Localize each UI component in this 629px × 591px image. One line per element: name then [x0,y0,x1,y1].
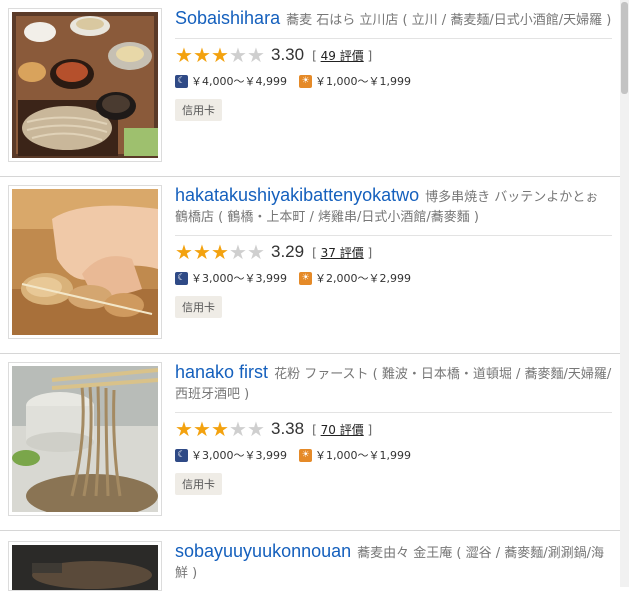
review-count-link[interactable]: 37 評價 [321,246,364,260]
star-empty-icon: ★ [229,43,247,67]
lunch-price: ￥1,000～￥1,999 [314,449,411,462]
star-filled-icon: ★ [193,240,211,264]
restaurant-name-link[interactable]: hakatakushiyakibattenyokatwo [175,185,419,205]
sun-icon: ☀ [298,74,312,88]
rating-row: ★ ★ ★ ★ ★ 3.38 [ 70 評價 ] [175,418,612,440]
dinner-price: ￥3,000～￥3,999 [191,449,287,462]
divider [175,412,612,413]
star-filled-icon: ★ [211,240,229,264]
bracket-close: ] [367,48,373,63]
bracket-open: [ [312,245,317,260]
restaurant-card: hakatakushiyakibattenyokatwo 博多串焼き バッテンよか… [0,176,620,353]
credit-card-badge: 信用卡 [175,99,222,121]
dinner-price: ￥3,000～￥3,999 [191,272,287,285]
moon-icon: ☾ [175,74,188,88]
restaurant-photo[interactable] [8,185,162,339]
star-rating: ★ ★ ★ ★ ★ [175,242,265,262]
nabe-photo [12,545,158,590]
scrollbar-thumb[interactable] [621,2,628,94]
star-empty-icon: ★ [229,240,247,264]
moon-icon: ☾ [175,448,188,462]
review-count: [ 49 評價 ] [312,47,372,64]
bracket-close: ] [367,422,373,437]
price-row: ☾ ￥3,000～￥3,999 ☀ ￥1,000～￥1,999 [175,447,612,463]
restaurant-name-link[interactable]: hanako first [175,362,268,382]
restaurant-card: sobayuuyuukonnouan 蕎麦由々 金王庵 ( 澀谷 / 蕎麥麵/涮涮… [0,530,620,591]
rating-score: 3.29 [271,242,305,261]
moon-icon: ☾ [175,271,188,285]
restaurant-title: hakatakushiyakibattenyokatwo 博多串焼き バッテンよか… [175,185,612,228]
credit-card-badge: 信用卡 [175,473,222,495]
star-filled-icon: ★ [193,417,211,441]
star-filled-icon: ★ [175,240,193,264]
star-filled-icon: ★ [193,43,211,67]
price-row: ☾ ￥4,000～￥4,999 ☀ ￥1,000～￥1,999 [175,73,612,89]
restaurant-photo[interactable] [8,362,162,516]
credit-card-badge: 信用卡 [175,296,222,318]
rating-row: ★ ★ ★ ★ ★ 3.30 [ 49 評價 ] [175,44,612,66]
star-empty-icon: ★ [247,240,265,264]
review-count-link[interactable]: 70 評價 [321,423,364,437]
restaurant-photo[interactable] [8,541,162,591]
lunch-price: ￥1,000～￥1,999 [314,75,411,88]
restaurant-card: hanako first 花粉 ファースト ( 難波・日本橋・道頓堀 / 蕎麥麵/… [0,353,620,530]
bracket-open: [ [312,48,317,63]
restaurant-title: Sobaishihara 蕎麦 石はら 立川店 ( 立川 / 蕎麦麺/日式小酒館/… [175,8,612,31]
star-rating: ★ ★ ★ ★ ★ [175,45,265,65]
star-empty-icon: ★ [229,417,247,441]
rating-row: ★ ★ ★ ★ ★ 3.29 [ 37 評價 ] [175,241,612,263]
star-empty-icon: ★ [247,43,265,67]
star-filled-icon: ★ [211,417,229,441]
restaurant-name-link[interactable]: sobayuuyuukonnouan [175,541,351,561]
review-count: [ 37 評價 ] [312,244,372,261]
star-filled-icon: ★ [211,43,229,67]
restaurant-photo[interactable] [8,8,162,162]
review-count-link[interactable]: 49 評價 [321,49,364,63]
restaurant-card: Sobaishihara 蕎麦 石はら 立川店 ( 立川 / 蕎麦麺/日式小酒館/… [0,0,620,176]
scrollbar[interactable] [620,0,629,587]
star-filled-icon: ★ [175,43,193,67]
star-rating: ★ ★ ★ ★ ★ [175,419,265,439]
lunch-price: ￥2,000～￥2,999 [314,272,411,285]
rating-score: 3.38 [271,419,305,438]
sun-icon: ☀ [298,271,312,285]
price-row: ☾ ￥3,000～￥3,999 ☀ ￥2,000～￥2,999 [175,270,612,286]
star-empty-icon: ★ [247,417,265,441]
restaurant-details: 蕎麦 石はら 立川店 ( 立川 / 蕎麦麺/日式小酒館/天婦羅 ) [286,13,612,28]
soba-set-photo [12,12,158,158]
rating-score: 3.30 [271,45,305,64]
dinner-price: ￥4,000～￥4,999 [191,75,287,88]
star-filled-icon: ★ [175,417,193,441]
bracket-close: ] [367,245,373,260]
restaurant-name-link[interactable]: Sobaishihara [175,8,280,28]
divider [175,38,612,39]
soba-noodles-photo [12,366,158,512]
bracket-open: [ [312,422,317,437]
review-count: [ 70 評價 ] [312,421,372,438]
divider [175,235,612,236]
restaurant-title: sobayuuyuukonnouan 蕎麦由々 金王庵 ( 澀谷 / 蕎麥麵/涮涮… [175,541,612,584]
restaurant-title: hanako first 花粉 ファースト ( 難波・日本橋・道頓堀 / 蕎麥麵/… [175,362,612,405]
sun-icon: ☀ [298,448,312,462]
kushiyaki-photo [12,189,158,335]
